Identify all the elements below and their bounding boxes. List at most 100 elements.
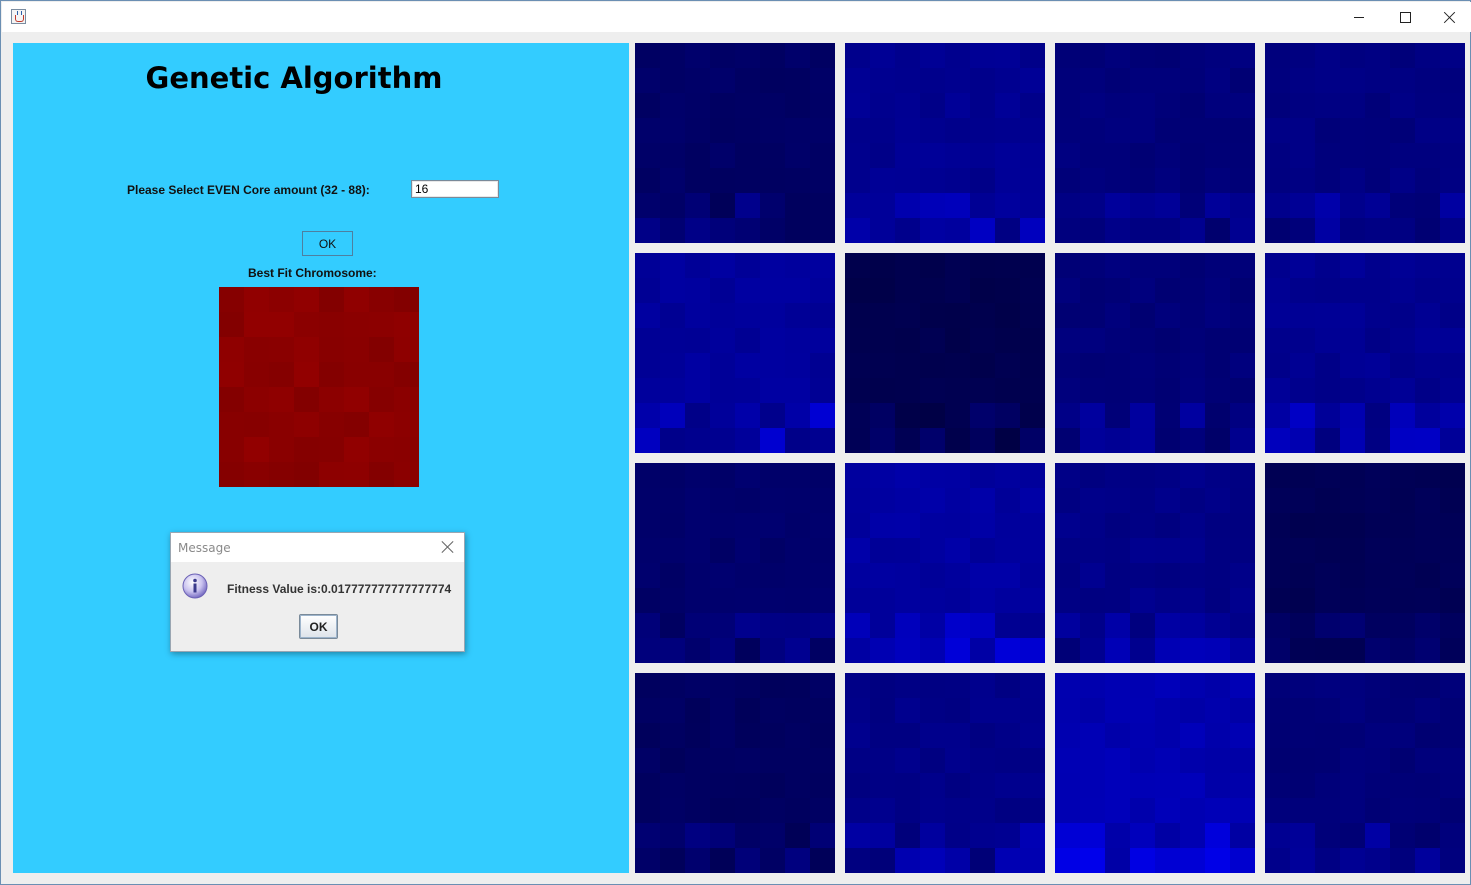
gene-cell	[1415, 118, 1440, 143]
gene-cell	[1340, 588, 1365, 613]
gene-cell	[685, 588, 710, 613]
gene-cell	[1080, 723, 1105, 748]
gene-cell	[1365, 723, 1390, 748]
gene-cell	[735, 168, 760, 193]
gene-cell	[1365, 588, 1390, 613]
gene-cell	[1230, 723, 1255, 748]
gene-cell	[1390, 253, 1415, 278]
gene-cell	[895, 798, 920, 823]
chromosome-tile	[1265, 43, 1465, 243]
dialog-titlebar[interactable]: Message	[171, 533, 464, 562]
maximize-button[interactable]	[1382, 2, 1428, 32]
gene-cell	[1205, 378, 1230, 403]
gene-cell	[1265, 823, 1290, 848]
gene-cell	[1130, 378, 1155, 403]
gene-cell	[369, 387, 394, 412]
gene-cell	[760, 68, 785, 93]
gene-cell	[970, 463, 995, 488]
ok-button[interactable]: OK	[302, 231, 353, 256]
gene-cell	[845, 698, 870, 723]
gene-cell	[1390, 463, 1415, 488]
gene-cell	[269, 287, 294, 312]
gene-cell	[1230, 168, 1255, 193]
gene-cell	[1290, 193, 1315, 218]
gene-cell	[1365, 463, 1390, 488]
core-amount-input[interactable]	[411, 180, 499, 198]
gene-cell	[1080, 118, 1105, 143]
gene-cell	[1415, 748, 1440, 773]
gene-cell	[785, 428, 810, 453]
gene-cell	[660, 673, 685, 698]
gene-cell	[1155, 848, 1180, 873]
close-icon[interactable]	[441, 540, 455, 554]
gene-cell	[710, 193, 735, 218]
gene-cell	[1180, 488, 1205, 513]
gene-cell	[635, 43, 660, 68]
gene-cell	[760, 488, 785, 513]
gene-cell	[845, 613, 870, 638]
gene-cell	[1055, 538, 1080, 563]
close-window-button[interactable]	[1427, 2, 1471, 32]
gene-cell	[1080, 303, 1105, 328]
gene-cell	[785, 378, 810, 403]
gene-cell	[1315, 218, 1340, 243]
gene-cell	[660, 118, 685, 143]
gene-cell	[845, 638, 870, 663]
gene-cell	[269, 387, 294, 412]
gene-cell	[1020, 463, 1045, 488]
gene-cell	[1265, 673, 1290, 698]
window-titlebar[interactable]	[2, 2, 1471, 32]
gene-cell	[895, 773, 920, 798]
gene-cell	[920, 723, 945, 748]
control-panel: Genetic Algorithm Please Select EVEN Cor…	[13, 43, 629, 873]
core-amount-label: Please Select EVEN Core amount (32 - 88)…	[127, 183, 370, 197]
gene-cell	[1105, 488, 1130, 513]
gene-cell	[635, 698, 660, 723]
gene-cell	[635, 773, 660, 798]
gene-cell	[810, 613, 835, 638]
gene-cell	[1155, 463, 1180, 488]
gene-cell	[1290, 488, 1315, 513]
gene-cell	[1155, 748, 1180, 773]
dialog-title: Message	[178, 541, 231, 555]
gene-cell	[1290, 638, 1315, 663]
gene-cell	[995, 638, 1020, 663]
gene-cell	[1440, 93, 1465, 118]
gene-cell	[945, 378, 970, 403]
gene-cell	[660, 378, 685, 403]
gene-cell	[870, 563, 895, 588]
gene-cell	[1390, 638, 1415, 663]
gene-cell	[845, 168, 870, 193]
gene-cell	[1155, 673, 1180, 698]
gene-cell	[1265, 723, 1290, 748]
gene-cell	[1180, 193, 1205, 218]
gene-cell	[785, 538, 810, 563]
gene-cell	[760, 848, 785, 873]
gene-cell	[920, 278, 945, 303]
gene-cell	[1080, 563, 1105, 588]
gene-cell	[920, 673, 945, 698]
minimize-button[interactable]	[1336, 2, 1382, 32]
gene-cell	[1180, 463, 1205, 488]
gene-cell	[1415, 253, 1440, 278]
gene-cell	[870, 463, 895, 488]
gene-cell	[1440, 638, 1465, 663]
gene-cell	[1080, 353, 1105, 378]
gene-cell	[995, 353, 1020, 378]
gene-cell	[1340, 278, 1365, 303]
gene-cell	[870, 278, 895, 303]
gene-cell	[1265, 698, 1290, 723]
gene-cell	[369, 287, 394, 312]
gene-cell	[970, 673, 995, 698]
gene-cell	[1340, 513, 1365, 538]
gene-cell	[710, 773, 735, 798]
gene-cell	[970, 303, 995, 328]
gene-cell	[995, 278, 1020, 303]
dialog-ok-button[interactable]: OK	[299, 614, 338, 639]
gene-cell	[1155, 563, 1180, 588]
gene-cell	[344, 412, 369, 437]
gene-cell	[845, 428, 870, 453]
gene-cell	[735, 463, 760, 488]
gene-cell	[244, 437, 269, 462]
gene-cell	[1105, 378, 1130, 403]
